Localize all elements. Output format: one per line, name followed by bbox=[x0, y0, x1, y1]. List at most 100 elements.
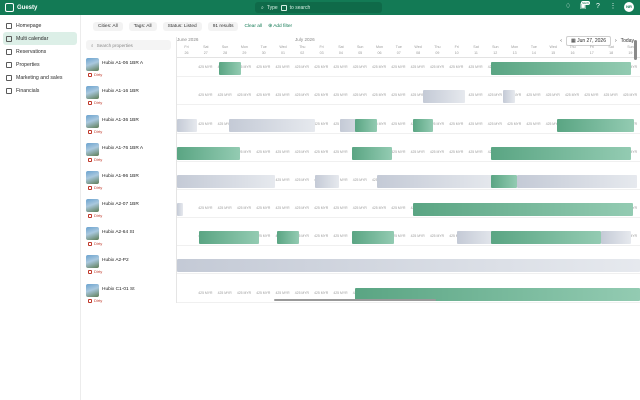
reservation-block[interactable] bbox=[352, 147, 392, 160]
blocked-dates-block[interactable] bbox=[377, 175, 497, 188]
property-row[interactable]: Hubix A1-06 1BR A Dirty bbox=[86, 58, 174, 80]
property-name[interactable]: Hubix A2-07 1BR bbox=[102, 202, 139, 207]
avatar[interactable]: NR bbox=[624, 2, 634, 12]
clear-all-link[interactable]: Clear all bbox=[244, 24, 262, 29]
status-filter[interactable]: Status: Listed bbox=[162, 21, 202, 31]
nightly-rate[interactable]: 425 MYR bbox=[391, 206, 405, 210]
app-logo[interactable]: Guesty bbox=[5, 3, 37, 12]
nightly-rate[interactable]: 425 MYR bbox=[430, 234, 444, 238]
blocked-dates-block[interactable] bbox=[177, 259, 640, 272]
nightly-rate[interactable]: 425 MYR bbox=[198, 122, 212, 126]
nightly-rate[interactable]: 425 MYR bbox=[295, 150, 309, 154]
blocked-dates-block[interactable] bbox=[177, 175, 275, 188]
reservation-block[interactable] bbox=[491, 62, 631, 75]
help-icon[interactable]: ? bbox=[594, 3, 602, 11]
nightly-rate[interactable]: 425 MYR bbox=[391, 150, 405, 154]
reservation-block[interactable] bbox=[491, 147, 631, 160]
nightly-rate[interactable]: 425 MYR bbox=[469, 65, 483, 69]
nightly-rate[interactable]: 425 MYR bbox=[430, 65, 444, 69]
nightly-rate[interactable]: 425 MYR bbox=[526, 122, 540, 126]
nightly-rate[interactable]: 425 MYR bbox=[314, 234, 328, 238]
blocked-dates-block[interactable] bbox=[229, 119, 315, 132]
nightly-rate[interactable]: 425 MYR bbox=[372, 65, 386, 69]
property-name[interactable]: Hubix A1-36 1BR bbox=[102, 118, 139, 123]
nightly-rate[interactable]: 425 MYR bbox=[295, 291, 309, 295]
nightly-rate[interactable]: 425 MYR bbox=[218, 93, 232, 97]
blocked-dates-block[interactable] bbox=[601, 231, 631, 244]
reservation-block[interactable] bbox=[355, 119, 377, 132]
sidebar-item-reservations[interactable]: Reservations bbox=[3, 45, 77, 58]
nightly-rate[interactable]: 425 MYR bbox=[218, 206, 232, 210]
blocked-dates-block[interactable] bbox=[177, 119, 197, 132]
nightly-rate[interactable]: 425 MYR bbox=[198, 206, 212, 210]
sidebar-item-marketing[interactable]: Marketing and sales bbox=[3, 71, 77, 84]
nightly-rate[interactable]: 425 MYR bbox=[353, 65, 367, 69]
nightly-rate[interactable]: 425 MYR bbox=[276, 65, 290, 69]
nightly-rate[interactable]: 425 MYR bbox=[353, 206, 367, 210]
nightly-rate[interactable]: 425 MYR bbox=[256, 65, 270, 69]
nightly-rate[interactable]: 425 MYR bbox=[276, 150, 290, 154]
property-search-input[interactable]: ⌕ Search properties bbox=[86, 40, 171, 50]
nightly-rate[interactable]: 425 MYR bbox=[333, 150, 347, 154]
nightly-rate[interactable]: 425 MYR bbox=[604, 93, 618, 97]
blocked-dates-block[interactable] bbox=[423, 90, 465, 103]
nightly-rate[interactable]: 425 MYR bbox=[198, 93, 212, 97]
global-search[interactable]: ⌕ Type to search bbox=[255, 2, 382, 13]
nightly-rate[interactable]: 425 MYR bbox=[469, 122, 483, 126]
nightly-rate[interactable]: 425 MYR bbox=[488, 122, 502, 126]
nightly-rate[interactable]: 425 MYR bbox=[237, 93, 251, 97]
nightly-rate[interactable]: 425 MYR bbox=[333, 291, 347, 295]
nightly-rate[interactable]: 425 MYR bbox=[391, 93, 405, 97]
vertical-scrollbar[interactable] bbox=[634, 40, 637, 60]
nightly-rate[interactable]: 425 MYR bbox=[546, 93, 560, 97]
nightly-rate[interactable]: 425 MYR bbox=[295, 206, 309, 210]
reservation-block[interactable] bbox=[199, 231, 259, 244]
reservation-block[interactable] bbox=[277, 231, 299, 244]
property-row[interactable]: Hubix A1-76 1BR A Dirty bbox=[86, 143, 174, 165]
sidebar-item-multi-calendar[interactable]: Multi calendar bbox=[3, 32, 77, 45]
property-row[interactable]: Hubix A2-64 St Dirty bbox=[86, 227, 174, 249]
property-name[interactable]: Hubix A1-96 1BR bbox=[102, 174, 139, 179]
nightly-rate[interactable]: 425 MYR bbox=[333, 206, 347, 210]
nightly-rate[interactable]: 425 MYR bbox=[198, 65, 212, 69]
reservation-block[interactable] bbox=[219, 62, 241, 75]
sidebar-item-financials[interactable]: Financials bbox=[3, 84, 77, 97]
nightly-rate[interactable]: 425 MYR bbox=[295, 65, 309, 69]
nightly-rate[interactable]: 425 MYR bbox=[314, 291, 328, 295]
nightly-rate[interactable]: 425 MYR bbox=[276, 206, 290, 210]
property-row[interactable]: Hubix A1-16 1BR Dirty bbox=[86, 86, 174, 108]
nightly-rate[interactable]: 425 MYR bbox=[256, 93, 270, 97]
bell-icon[interactable]: ♢ bbox=[564, 3, 572, 11]
nightly-rate[interactable]: 425 MYR bbox=[295, 93, 309, 97]
nightly-rate[interactable]: 425 MYR bbox=[372, 93, 386, 97]
sidebar-item-properties[interactable]: Properties bbox=[3, 58, 77, 71]
nightly-rate[interactable]: 425 MYR bbox=[430, 150, 444, 154]
nightly-rate[interactable]: 425 MYR bbox=[469, 93, 483, 97]
nightly-rate[interactable]: 425 MYR bbox=[256, 206, 270, 210]
nightly-rate[interactable]: 425 MYR bbox=[198, 291, 212, 295]
property-name[interactable]: Hubix A2-64 St bbox=[102, 230, 134, 235]
nightly-rate[interactable]: 425 MYR bbox=[314, 122, 328, 126]
nightly-rate[interactable]: 425 MYR bbox=[353, 178, 367, 182]
nightly-rate[interactable]: 425 MYR bbox=[449, 122, 463, 126]
property-name[interactable]: Hubix A1-06 1BR A bbox=[102, 61, 143, 66]
nightly-rate[interactable]: 425 MYR bbox=[237, 206, 251, 210]
sidebar-item-homepage[interactable]: Homepage bbox=[3, 19, 77, 32]
nightly-rate[interactable]: 425 MYR bbox=[391, 65, 405, 69]
nightly-rate[interactable]: 425 MYR bbox=[469, 150, 483, 154]
property-name[interactable]: Hubix A1-76 1BR A bbox=[102, 146, 143, 151]
horizontal-scrollbar[interactable] bbox=[274, 299, 436, 301]
reservation-block[interactable] bbox=[413, 203, 633, 216]
nightly-rate[interactable]: 425 MYR bbox=[449, 65, 463, 69]
property-row[interactable]: Hubix C1-01 St Dirty bbox=[86, 284, 174, 306]
nightly-rate[interactable]: 425 MYR bbox=[218, 291, 232, 295]
nightly-rate[interactable]: 425 MYR bbox=[507, 122, 521, 126]
reservation-block[interactable] bbox=[177, 147, 240, 160]
nightly-rate[interactable]: 425 MYR bbox=[391, 122, 405, 126]
blocked-dates-block[interactable] bbox=[503, 90, 515, 103]
nightly-rate[interactable]: 425 MYR bbox=[314, 65, 328, 69]
nightly-rate[interactable]: 425 MYR bbox=[333, 65, 347, 69]
nightly-rate[interactable]: 425 MYR bbox=[526, 93, 540, 97]
tags-filter[interactable]: Tags: All bbox=[128, 21, 157, 31]
nightly-rate[interactable]: 425 MYR bbox=[353, 93, 367, 97]
